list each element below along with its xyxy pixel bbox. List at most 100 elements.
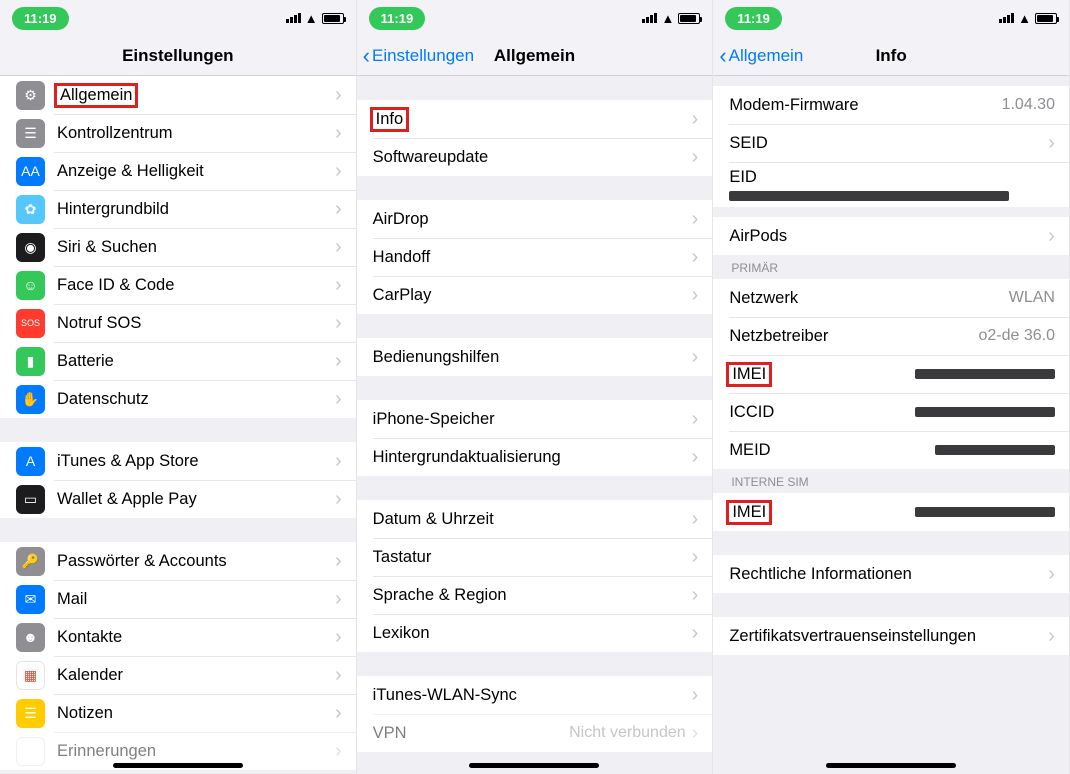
- status-indicators: ▲: [999, 11, 1057, 26]
- cellular-icon: [999, 13, 1014, 23]
- status-time-pill[interactable]: 11:19: [12, 7, 69, 30]
- row-dictionary[interactable]: Lexikon ›: [357, 614, 713, 652]
- back-button[interactable]: ‹Allgemein: [719, 45, 803, 67]
- chevron-right-icon: ›: [335, 351, 342, 371]
- chevron-right-icon: ›: [692, 585, 699, 605]
- wallpaper-icon: ✿: [16, 195, 45, 224]
- row-accessibility[interactable]: Bedienungshilfen ›: [357, 338, 713, 376]
- chevron-right-icon: ›: [692, 685, 699, 705]
- chevron-right-icon: ›: [1048, 626, 1055, 646]
- row-notes[interactable]: ☰ Notizen ›: [0, 694, 356, 732]
- sliders-icon: ☰: [16, 119, 45, 148]
- status-bar: 11:19 ▲: [357, 0, 713, 36]
- chevron-right-icon: ›: [692, 109, 699, 129]
- row-display[interactable]: AA Anzeige & Helligkeit ›: [0, 152, 356, 190]
- back-button[interactable]: ‹Einstellungen: [363, 45, 474, 67]
- phone-screen-settings: 11:19 ▲ Einstellungen ⚙ Allgemein › ☰ Ko…: [0, 0, 357, 774]
- sos-icon: SOS: [16, 309, 45, 338]
- row-imei[interactable]: IMEI: [713, 355, 1069, 393]
- row-itunes-wlan-sync[interactable]: iTunes-WLAN-Sync ›: [357, 676, 713, 714]
- row-general[interactable]: ⚙ Allgemein ›: [0, 76, 356, 114]
- row-battery[interactable]: ▮ Batterie ›: [0, 342, 356, 380]
- home-indicator[interactable]: [826, 763, 956, 768]
- row-certificate-trust[interactable]: Zertifikatsvertrauenseinstellungen ›: [713, 617, 1069, 655]
- chevron-right-icon: ›: [335, 551, 342, 571]
- highlight-box: IMEI: [726, 500, 772, 525]
- row-language-region[interactable]: Sprache & Region ›: [357, 576, 713, 614]
- chevron-right-icon: ›: [335, 313, 342, 333]
- status-time-pill[interactable]: 11:19: [725, 7, 782, 30]
- gear-icon: ⚙: [16, 81, 45, 110]
- cellular-icon: [642, 13, 657, 23]
- redacted-value: [915, 369, 1055, 379]
- chevron-right-icon: ›: [335, 451, 342, 471]
- row-wallet[interactable]: ▭ Wallet & Apple Pay ›: [0, 480, 356, 518]
- general-list[interactable]: Info › Softwareupdate › AirDrop › Handof…: [357, 76, 713, 774]
- row-contacts[interactable]: ☻ Kontakte ›: [0, 618, 356, 656]
- row-vpn[interactable]: VPN Nicht verbunden ›: [357, 714, 713, 752]
- chevron-right-icon: ›: [335, 85, 342, 105]
- chevron-right-icon: ›: [1048, 133, 1055, 153]
- chevron-right-icon: ›: [335, 703, 342, 723]
- redacted-value: [729, 191, 1009, 201]
- row-sos[interactable]: SOS Notruf SOS ›: [0, 304, 356, 342]
- chevron-left-icon: ‹: [719, 45, 726, 67]
- redacted-value: [935, 445, 1055, 455]
- chevron-right-icon: ›: [692, 509, 699, 529]
- redacted-value: [915, 407, 1055, 417]
- home-indicator[interactable]: [113, 763, 243, 768]
- wifi-icon: ▲: [305, 11, 318, 26]
- chevron-right-icon: ›: [335, 123, 342, 143]
- row-airpods[interactable]: AirPods ›: [713, 217, 1069, 255]
- row-mail[interactable]: ✉ Mail ›: [0, 580, 356, 618]
- row-eid[interactable]: EID: [713, 162, 1069, 207]
- row-modem-firmware[interactable]: Modem-Firmware 1.04.30: [713, 86, 1069, 124]
- row-info[interactable]: Info ›: [357, 100, 713, 138]
- status-bar: 11:19 ▲: [713, 0, 1069, 36]
- row-meid[interactable]: MEID: [713, 431, 1069, 469]
- row-iccid[interactable]: ICCID: [713, 393, 1069, 431]
- row-airdrop[interactable]: AirDrop ›: [357, 200, 713, 238]
- status-time-pill[interactable]: 11:19: [369, 7, 426, 30]
- row-network[interactable]: Netzwerk WLAN: [713, 279, 1069, 317]
- row-handoff[interactable]: Handoff ›: [357, 238, 713, 276]
- row-iphone-storage[interactable]: iPhone-Speicher ›: [357, 400, 713, 438]
- faceid-icon: ☺: [16, 271, 45, 300]
- row-itunes-appstore[interactable]: A iTunes & App Store ›: [0, 442, 356, 480]
- row-control-center[interactable]: ☰ Kontrollzentrum ›: [0, 114, 356, 152]
- row-faceid[interactable]: ☺ Face ID & Code ›: [0, 266, 356, 304]
- row-background-refresh[interactable]: Hintergrundaktualisierung ›: [357, 438, 713, 476]
- row-legal[interactable]: Rechtliche Informationen ›: [713, 555, 1069, 593]
- navbar: Einstellungen: [0, 36, 356, 76]
- highlight-box: Info: [370, 107, 410, 132]
- chevron-right-icon: ›: [692, 247, 699, 267]
- chevron-right-icon: ›: [692, 723, 699, 743]
- row-seid[interactable]: SEID ›: [713, 124, 1069, 162]
- row-carplay[interactable]: CarPlay ›: [357, 276, 713, 314]
- chevron-right-icon: ›: [692, 447, 699, 467]
- row-passwords[interactable]: 🔑 Passwörter & Accounts ›: [0, 542, 356, 580]
- info-list[interactable]: Modem-Firmware 1.04.30 SEID › EID AirPod…: [713, 76, 1069, 774]
- row-carrier[interactable]: Netzbetreiber o2-de 36.0: [713, 317, 1069, 355]
- row-wallpaper[interactable]: ✿ Hintergrundbild ›: [0, 190, 356, 228]
- highlight-box: Allgemein: [54, 83, 138, 108]
- row-keyboard[interactable]: Tastatur ›: [357, 538, 713, 576]
- home-indicator[interactable]: [469, 763, 599, 768]
- row-date-time[interactable]: Datum & Uhrzeit ›: [357, 500, 713, 538]
- row-software-update[interactable]: Softwareupdate ›: [357, 138, 713, 176]
- row-calendar[interactable]: ▦ Kalender ›: [0, 656, 356, 694]
- phone-screen-info: 11:19 ▲ ‹Allgemein Info Modem-Firmware 1…: [713, 0, 1070, 774]
- section-header-internal-sim: INTERNE SIM: [713, 469, 1069, 493]
- navbar: ‹Allgemein Info: [713, 36, 1069, 76]
- phone-screen-general: 11:19 ▲ ‹Einstellungen Allgemein Info › …: [357, 0, 714, 774]
- redacted-value: [915, 507, 1055, 517]
- battery-icon: [1035, 13, 1057, 24]
- row-imei-internal[interactable]: IMEI: [713, 493, 1069, 531]
- contacts-icon: ☻: [16, 623, 45, 652]
- chevron-right-icon: ›: [335, 275, 342, 295]
- cellular-icon: [286, 13, 301, 23]
- row-privacy[interactable]: ✋ Datenschutz ›: [0, 380, 356, 418]
- settings-list[interactable]: ⚙ Allgemein › ☰ Kontrollzentrum › AA Anz…: [0, 76, 356, 774]
- row-siri[interactable]: ◉ Siri & Suchen ›: [0, 228, 356, 266]
- mail-icon: ✉: [16, 585, 45, 614]
